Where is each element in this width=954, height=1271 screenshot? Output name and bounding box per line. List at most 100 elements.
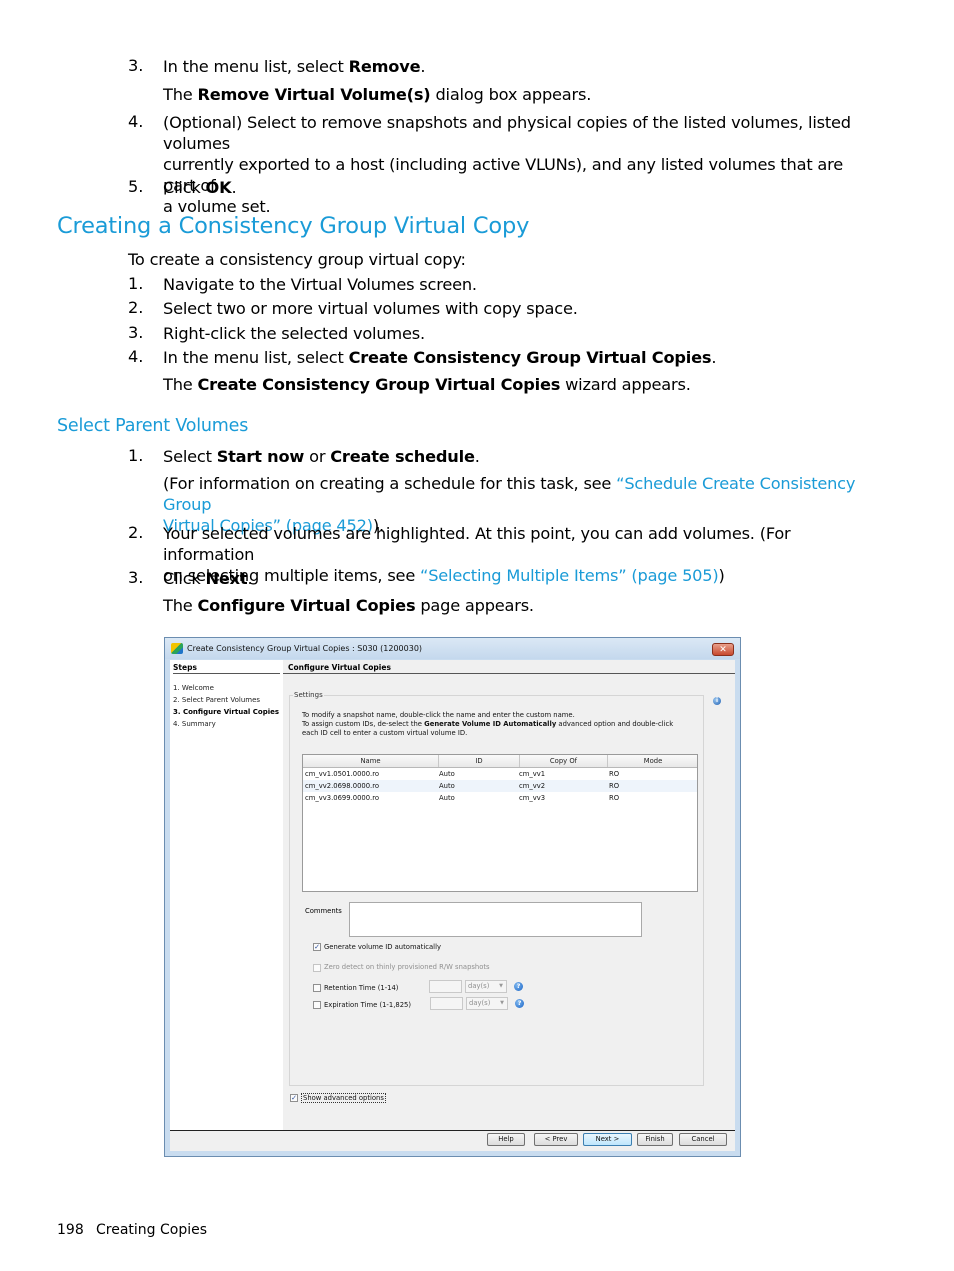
text: Select	[163, 447, 217, 466]
text: .	[474, 447, 480, 466]
text: advanced option and double-click	[556, 720, 674, 728]
step-number: 2.	[128, 298, 144, 317]
step-text: In the menu list, select Remove.	[163, 56, 873, 77]
retention-time-input[interactable]	[429, 980, 462, 993]
step-number: 3.	[128, 56, 144, 75]
column-header-name[interactable]: Name	[303, 757, 438, 765]
cell-id: Auto	[439, 770, 455, 778]
text-line: (For information on creating a schedule …	[163, 473, 873, 515]
step-note: The Remove Virtual Volume(s) dialog box …	[163, 84, 873, 105]
text: Click	[163, 569, 206, 588]
page-number: 198	[57, 1222, 84, 1238]
footer-divider	[170, 1130, 735, 1131]
retention-time-label: Retention Time (1-14)	[324, 984, 399, 992]
table-row[interactable]: cm_vv2.0698.0000.ro Auto cm_vv2 RO	[303, 780, 697, 792]
bold-text: Create Consistency Group Virtual Copies	[197, 375, 561, 394]
cell-id: Auto	[439, 782, 455, 790]
bold-text: OK	[205, 178, 232, 197]
settings-label: Settings	[293, 691, 324, 699]
text: (For information on creating a schedule …	[163, 474, 617, 493]
retention-time-checkbox[interactable]	[313, 984, 321, 992]
table-row[interactable]: cm_vv3.0699.0000.ro Auto cm_vv3 RO	[303, 792, 697, 804]
generate-id-label: Generate volume ID automatically	[324, 943, 441, 951]
bold-text: Create schedule	[330, 447, 475, 466]
step-text: Click OK.	[163, 177, 873, 198]
dialog-title: Create Consistency Group Virtual Copies …	[187, 644, 423, 653]
text: dialog box appears.	[430, 85, 592, 104]
wizard-step: 1. Welcome	[173, 684, 214, 692]
cell-copy-of: cm_vv2	[519, 782, 546, 790]
description-line: To modify a snapshot name, double-click …	[302, 711, 575, 719]
zero-detect-checkbox[interactable]	[313, 964, 321, 972]
cell-name: cm_vv3.0699.0000.ro	[305, 794, 380, 802]
steps-header: Steps	[173, 663, 280, 674]
step-number: 3.	[128, 568, 144, 587]
expiration-time-checkbox[interactable]	[313, 1001, 321, 1009]
description-line: each ID cell to enter a custom virtual v…	[302, 729, 468, 737]
help-icon[interactable]: ?	[515, 999, 524, 1008]
dialog-body: Steps 1. Welcome 2. Select Parent Volume…	[170, 660, 735, 1151]
virtual-copies-table: Name ID Copy Of Mode cm_vv1.0501.0000.ro…	[302, 754, 698, 892]
comments-input[interactable]	[349, 902, 642, 937]
wizard-step: 2. Select Parent Volumes	[173, 696, 261, 704]
step-number: 4.	[128, 347, 144, 366]
text: The	[163, 596, 198, 615]
close-icon[interactable]: ✕	[712, 643, 734, 656]
text: To assign custom IDs, de-select the	[302, 720, 425, 728]
step-number: 5.	[128, 177, 144, 196]
app-icon	[171, 643, 183, 654]
cancel-button[interactable]: Cancel	[679, 1133, 727, 1146]
comments-label: Comments	[305, 907, 342, 915]
cell-mode: RO	[609, 782, 620, 790]
finish-button[interactable]: Finish	[637, 1133, 673, 1146]
step-text: Navigate to the Virtual Volumes screen.	[163, 275, 477, 294]
column-header-mode[interactable]: Mode	[608, 757, 698, 765]
text: .	[231, 178, 237, 197]
bold-text: Create Consistency Group Virtual Copies	[348, 348, 712, 367]
step-text: Click Next.	[163, 568, 873, 589]
zero-detect-label: Zero detect on thinly provisioned R/W sn…	[324, 963, 490, 971]
text: or	[304, 447, 331, 466]
expiration-unit-select[interactable]: day(s) ▼	[466, 997, 508, 1010]
step-number: 1.	[128, 446, 144, 465]
select-value: day(s)	[469, 999, 491, 1007]
text: Click	[163, 178, 206, 197]
text: The	[163, 85, 198, 104]
subsection-heading: Select Parent Volumes	[57, 416, 249, 436]
text: .	[711, 348, 717, 367]
step-text: In the menu list, select Create Consiste…	[163, 347, 873, 368]
text: page appears.	[415, 596, 534, 615]
generate-id-checkbox[interactable]: ✓	[313, 943, 321, 951]
step-text: Select Start now or Create schedule.	[163, 446, 873, 467]
cell-copy-of: cm_vv1	[519, 770, 546, 778]
next-button[interactable]: Next >	[583, 1133, 632, 1146]
bold-text: Configure Virtual Copies	[197, 596, 416, 615]
expiration-time-input[interactable]	[430, 997, 463, 1010]
help-button[interactable]: Help	[487, 1133, 525, 1146]
step-number: 4.	[128, 112, 144, 131]
info-icon[interactable]: i	[713, 697, 721, 705]
show-advanced-label[interactable]: Show advanced options	[301, 1093, 386, 1103]
column-header-id[interactable]: ID	[439, 757, 519, 765]
expiration-time-label: Expiration Time (1-1,825)	[324, 1001, 411, 1009]
chapter-name: Creating Copies	[96, 1222, 208, 1238]
text: wizard appears.	[560, 375, 691, 394]
prev-button[interactable]: < Prev	[534, 1133, 578, 1146]
retention-unit-select[interactable]: day(s) ▼	[465, 980, 507, 993]
text: In the menu list, select	[163, 348, 349, 367]
wizard-dialog: Create Consistency Group Virtual Copies …	[164, 637, 741, 1157]
text: In the menu list, select	[163, 57, 349, 76]
cell-mode: RO	[609, 770, 620, 778]
help-icon[interactable]: ?	[514, 982, 523, 991]
step-number: 3.	[128, 323, 144, 342]
step-note: The Configure Virtual Copies page appear…	[163, 595, 873, 616]
wizard-step-active: 3. Configure Virtual Copies	[173, 708, 280, 716]
show-advanced-checkbox[interactable]: ✓	[290, 1094, 298, 1102]
step-note: The Create Consistency Group Virtual Cop…	[163, 374, 873, 395]
select-value: day(s)	[468, 982, 490, 990]
text-line: Your selected volumes are highlighted. A…	[163, 524, 791, 564]
chevron-down-icon: ▼	[499, 983, 503, 989]
table-row[interactable]: cm_vv1.0501.0000.ro Auto cm_vv1 RO	[303, 768, 697, 780]
column-header-copy-of[interactable]: Copy Of	[520, 757, 607, 765]
dialog-titlebar: Create Consistency Group Virtual Copies …	[165, 638, 740, 659]
